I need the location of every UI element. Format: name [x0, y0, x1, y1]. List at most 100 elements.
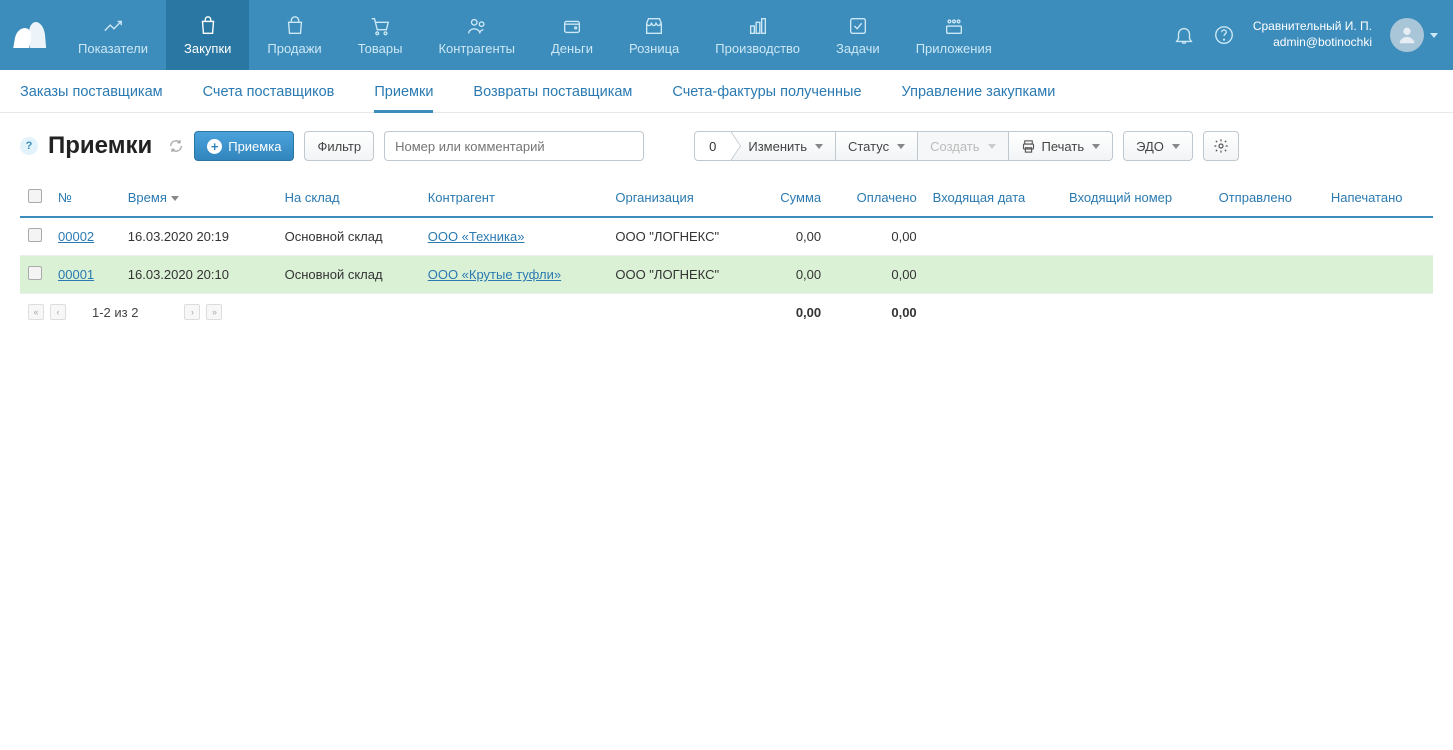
subtab-receipts[interactable]: Приемки — [374, 84, 433, 112]
button-label: Изменить — [748, 139, 807, 154]
bell-icon[interactable] — [1173, 24, 1195, 46]
col-printed[interactable]: Напечатано — [1323, 179, 1433, 217]
row-counterparty-link[interactable]: ООО «Крутые туфли» — [428, 267, 561, 282]
row-num-link[interactable]: 00001 — [58, 267, 94, 282]
nav-apps[interactable]: Приложения — [898, 0, 1010, 70]
button-label: Печать — [1042, 139, 1085, 154]
check-square-icon — [847, 15, 869, 37]
col-sum[interactable]: Сумма — [758, 179, 829, 217]
nav-label: Показатели — [78, 41, 148, 56]
nav-production[interactable]: Производство — [697, 0, 818, 70]
pager-last[interactable]: » — [206, 304, 222, 320]
logo-icon — [15, 22, 45, 48]
cart-icon — [369, 15, 391, 37]
table-wrap: № Время На склад Контрагент Организация … — [0, 179, 1453, 330]
receipts-table: № Время На склад Контрагент Организация … — [20, 179, 1433, 330]
create-button[interactable]: Создать — [917, 131, 1008, 161]
col-paid[interactable]: Оплачено — [829, 179, 925, 217]
user-icon — [1396, 24, 1418, 46]
row-org: ООО "ЛОГНЕКС" — [607, 217, 757, 256]
settings-button[interactable] — [1203, 131, 1239, 161]
users-icon — [466, 15, 488, 37]
chevron-down-icon — [897, 144, 905, 149]
nav-label: Контрагенты — [438, 41, 515, 56]
row-num-link[interactable]: 00002 — [58, 229, 94, 244]
avatar — [1390, 18, 1424, 52]
row-paid: 0,00 — [829, 217, 925, 256]
nav-label: Розница — [629, 41, 679, 56]
nav-label: Задачи — [836, 41, 880, 56]
status-button[interactable]: Статус — [835, 131, 918, 161]
nav-label: Товары — [358, 41, 403, 56]
print-button[interactable]: Печать — [1008, 131, 1114, 161]
table-row[interactable]: 00002 16.03.2020 20:19Основной склад ООО «… — [20, 217, 1433, 256]
col-sent[interactable]: Отправлено — [1211, 179, 1323, 217]
row-counterparty-link[interactable]: ООО «Техника» — [428, 229, 525, 244]
nav-money[interactable]: Деньги — [533, 0, 611, 70]
button-label: Приемка — [228, 139, 281, 154]
nav-indicators[interactable]: Показатели — [60, 0, 166, 70]
col-warehouse[interactable]: На склад — [277, 179, 420, 217]
row-sum: 0,00 — [758, 256, 829, 294]
filter-button[interactable]: Фильтр — [304, 131, 374, 161]
row-paid: 0,00 — [829, 256, 925, 294]
pager-first[interactable]: « — [28, 304, 44, 320]
bars-icon — [747, 15, 769, 37]
new-receipt-button[interactable]: + Приемка — [194, 131, 294, 161]
subtab-returns[interactable]: Возвраты поставщикам — [473, 84, 632, 112]
nav-counterparties[interactable]: Контрагенты — [420, 0, 533, 70]
col-innum[interactable]: Входящий номер — [1061, 179, 1211, 217]
search-input[interactable] — [384, 131, 644, 161]
edo-button[interactable]: ЭДО — [1123, 131, 1193, 161]
button-label: Создать — [930, 139, 979, 154]
col-org[interactable]: Организация — [607, 179, 757, 217]
row-warehouse: Основной склад — [277, 256, 420, 294]
subtab-factures[interactable]: Счета-фактуры полученные — [672, 84, 861, 112]
wallet-icon — [561, 15, 583, 37]
col-num[interactable]: № — [50, 179, 120, 217]
chart-line-icon — [102, 15, 124, 37]
page-title: Приемки — [48, 132, 152, 160]
page-help-icon[interactable]: ? — [20, 137, 38, 155]
top-nav: Показатели Закупки Продажи Товары Контра… — [0, 0, 1453, 70]
change-button[interactable]: Изменить — [730, 131, 836, 161]
col-counterparty[interactable]: Контрагент — [420, 179, 608, 217]
nav-retail[interactable]: Розница — [611, 0, 697, 70]
selection-count: 0 — [694, 131, 731, 161]
help-icon[interactable] — [1213, 24, 1235, 46]
refresh-icon[interactable] — [168, 138, 184, 154]
subtab-invoices[interactable]: Счета поставщиков — [203, 84, 335, 112]
user-name: Сравнительный И. П. — [1253, 19, 1372, 35]
pager-next[interactable]: › — [184, 304, 200, 320]
col-time[interactable]: Время — [120, 179, 277, 217]
nav-label: Деньги — [551, 41, 593, 56]
row-warehouse: Основной склад — [277, 217, 420, 256]
toolbar: ? Приемки + Приемка Фильтр 0 Изменить Ст… — [0, 113, 1453, 179]
user-menu[interactable] — [1390, 18, 1438, 52]
pager-prev[interactable]: ‹ — [50, 304, 66, 320]
pager-info: 1-2 из 2 — [92, 305, 138, 320]
nav-goods[interactable]: Товары — [340, 0, 421, 70]
col-indate[interactable]: Входящая дата — [925, 179, 1061, 217]
select-all-checkbox[interactable] — [28, 189, 42, 203]
row-time: 16.03.2020 20:19 — [120, 217, 277, 256]
nav-tasks[interactable]: Задачи — [818, 0, 898, 70]
user-block: Сравнительный И. П. admin@botinochki — [1253, 19, 1372, 50]
logo[interactable] — [0, 0, 60, 70]
sub-nav: Заказы поставщикам Счета поставщиков При… — [0, 70, 1453, 113]
row-checkbox[interactable] — [28, 266, 42, 280]
bag-icon — [197, 15, 219, 37]
nav-purchases[interactable]: Закупки — [166, 0, 249, 70]
subtab-management[interactable]: Управление закупками — [902, 84, 1056, 112]
sort-desc-icon — [171, 196, 179, 201]
shopping-bag-icon — [284, 15, 306, 37]
nav-sales[interactable]: Продажи — [249, 0, 339, 70]
nav-label: Продажи — [267, 41, 321, 56]
nav-label: Приложения — [916, 41, 992, 56]
row-checkbox[interactable] — [28, 228, 42, 242]
subtab-orders[interactable]: Заказы поставщикам — [20, 84, 163, 112]
user-email: admin@botinochki — [1253, 35, 1372, 51]
table-row[interactable]: 0000116.03.2020 20:10Основной складООО «… — [20, 256, 1433, 294]
total-paid: 0,00 — [829, 294, 925, 331]
row-sum: 0,00 — [758, 217, 829, 256]
